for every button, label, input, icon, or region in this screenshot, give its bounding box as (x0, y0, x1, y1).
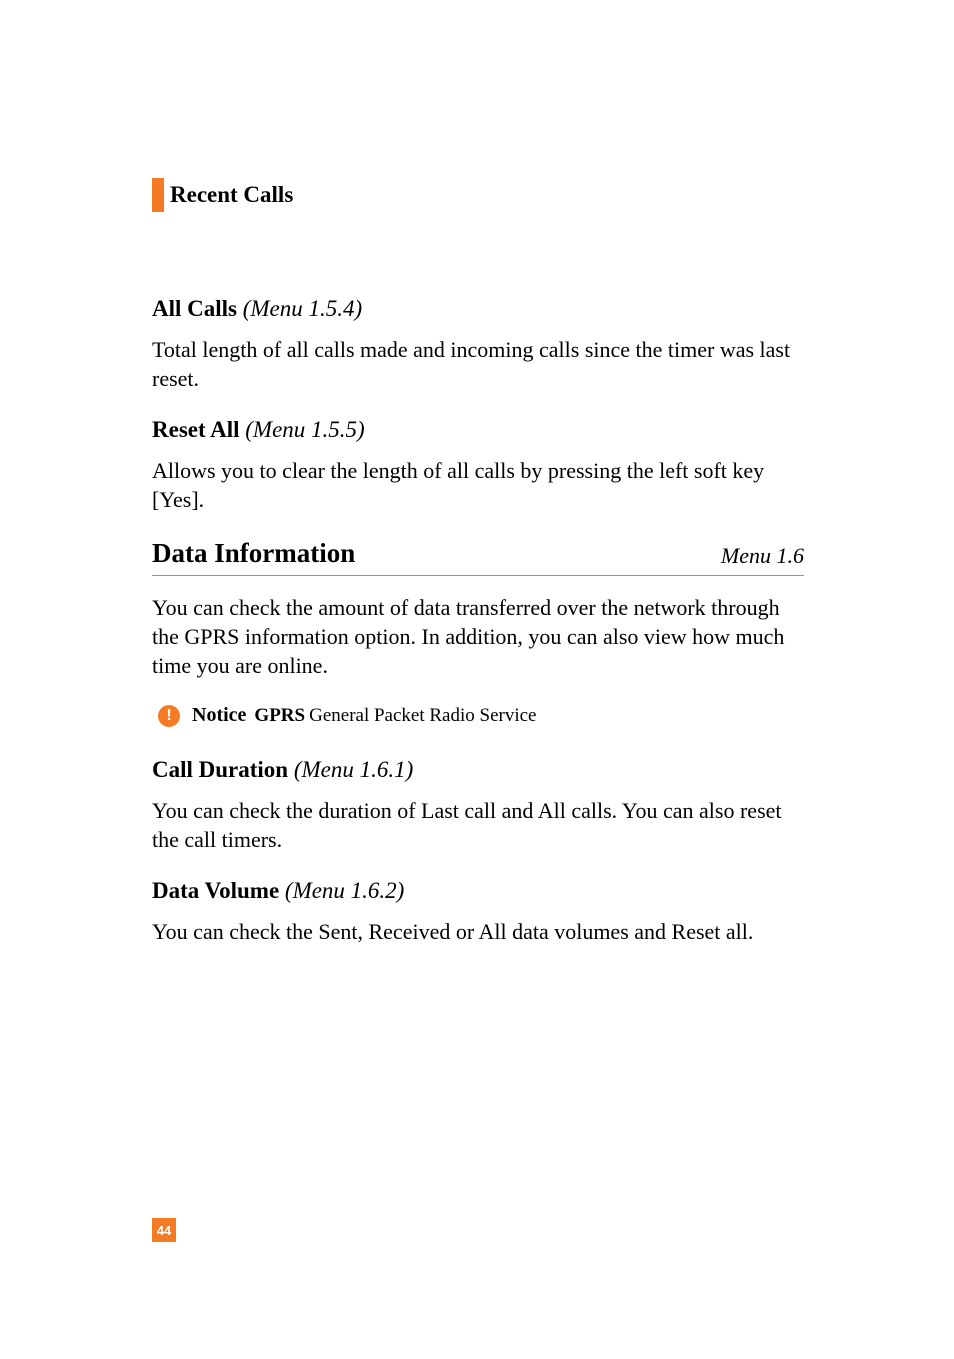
notice-label: Notice (192, 704, 246, 727)
heading-call-duration: Call Duration (Menu 1.6.1) (152, 757, 804, 783)
notice-description: General Packet Radio Service (309, 705, 536, 727)
body-data-information: You can check the amount of data transfe… (152, 594, 804, 680)
body-call-duration: You can check the duration of Last call … (152, 797, 804, 854)
section-menu: Menu 1.6 (721, 543, 804, 569)
heading-menu-ref: (Menu 1.6.1) (294, 757, 413, 782)
heading-reset-all: Reset All (Menu 1.5.5) (152, 417, 804, 443)
heading-data-volume: Data Volume (Menu 1.6.2) (152, 878, 804, 904)
heading-menu-ref: (Menu 1.5.4) (243, 296, 362, 321)
body-reset-all: Allows you to clear the length of all ca… (152, 457, 804, 514)
page: Recent Calls All Calls (Menu 1.5.4) Tota… (0, 0, 954, 1359)
body-all-calls: Total length of all calls made and incom… (152, 336, 804, 393)
section-title: Data Information (152, 538, 355, 569)
notice-gprs: GPRS (254, 705, 305, 727)
body-data-volume: You can check the Sent, Received or All … (152, 918, 804, 947)
header-accent-bar (152, 178, 164, 212)
heading-menu-ref: (Menu 1.6.2) (285, 878, 404, 903)
heading-text: Call Duration (152, 757, 288, 782)
notice-icon: ! (158, 705, 180, 727)
section-rule-data-information: Data Information Menu 1.6 (152, 538, 804, 576)
heading-text: Reset All (152, 417, 240, 442)
page-number: 44 (152, 1218, 176, 1242)
page-header: Recent Calls (152, 178, 804, 212)
heading-menu-ref: (Menu 1.5.5) (245, 417, 364, 442)
heading-all-calls: All Calls (Menu 1.5.4) (152, 296, 804, 322)
heading-text: Data Volume (152, 878, 279, 903)
header-title: Recent Calls (170, 182, 293, 208)
notice-row: ! Notice GPRS General Packet Radio Servi… (152, 704, 804, 727)
heading-text: All Calls (152, 296, 237, 321)
